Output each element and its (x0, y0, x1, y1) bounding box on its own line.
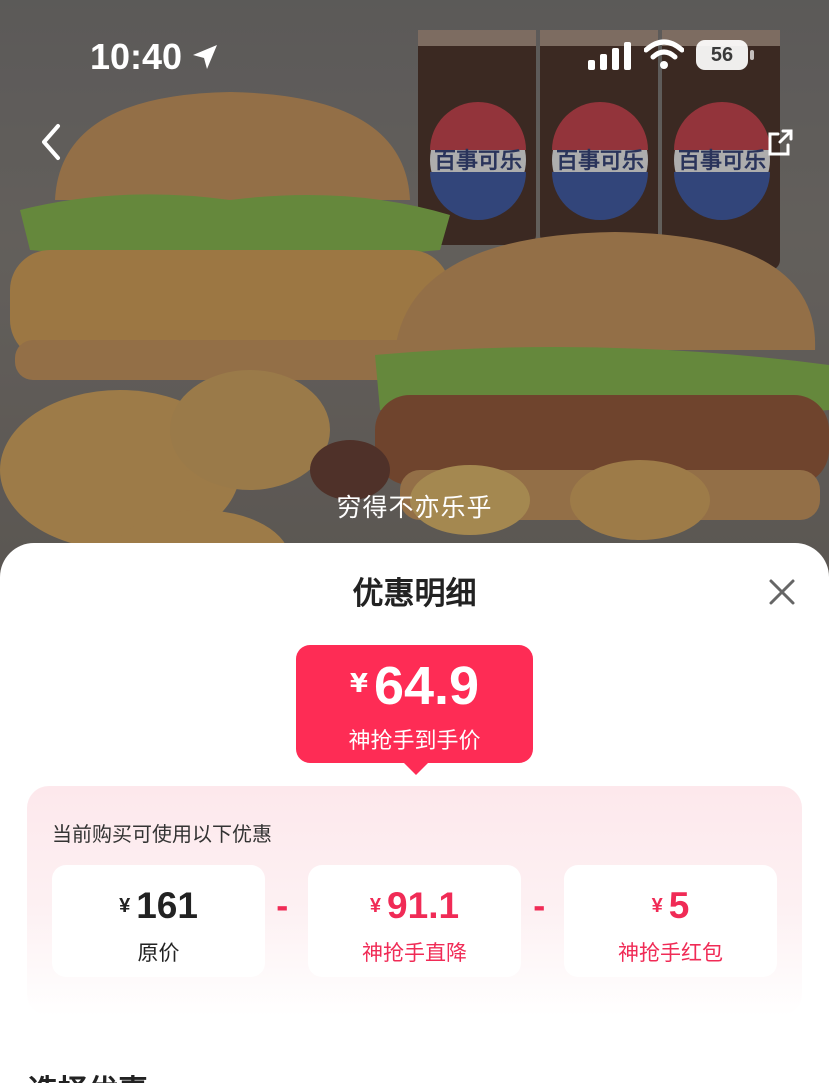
minus-sign: - (276, 890, 289, 925)
direct-discount-value: ¥91.1 (308, 885, 521, 927)
original-price-card: ¥161 原价 (52, 865, 265, 977)
currency-symbol: ¥ (119, 895, 131, 917)
red-packet-label: 神抢手红包 (618, 941, 723, 965)
final-price-label: 神抢手到手价 (348, 729, 481, 754)
direct-discount-label: 神抢手直降 (362, 941, 467, 965)
share-icon[interactable] (764, 128, 794, 158)
close-icon[interactable] (766, 576, 798, 608)
original-price-value: ¥161 (52, 885, 265, 927)
sheet-title: 优惠明细 (352, 576, 477, 612)
battery-indicator: 56 (696, 40, 754, 70)
battery-cap (750, 50, 754, 60)
red-packet-card: ¥5 神抢手红包 (564, 865, 777, 977)
red-packet-value: ¥5 (564, 885, 777, 927)
select-discount-section[interactable]: 选择优惠2张 (28, 1066, 189, 1083)
chevron-left-icon[interactable] (32, 122, 72, 162)
location-arrow-icon (193, 45, 217, 69)
product-hero-image: 百事可乐 百事可乐 百事可乐 穷得不亦乐乎 (0, 0, 829, 600)
wifi-icon (644, 39, 684, 69)
final-price-badge: ¥64.9 神抢手到手价 (296, 645, 533, 775)
minus-sign: - (533, 890, 546, 925)
currency-symbol: ¥ (349, 669, 368, 699)
battery-level: 56 (696, 40, 748, 70)
direct-discount-card: ¥91.1 神抢手直降 (308, 865, 521, 977)
final-price-amount: 64.9 (373, 656, 480, 716)
currency-symbol: ¥ (651, 895, 663, 917)
app-root: 百事可乐 百事可乐 百事可乐 穷得不亦乐乎 10:40 56 优惠明细 ¥ 64… (0, 0, 829, 1083)
hero-caption: 穷得不亦乐乎 (336, 493, 493, 522)
final-price: ¥64.9 (296, 655, 533, 717)
status-time: 10:40 (90, 36, 183, 77)
original-price-label: 原价 (137, 941, 180, 965)
red-packet-amount: 5 (668, 885, 690, 926)
original-price-amount: 161 (136, 885, 198, 926)
currency-symbol: ¥ (369, 895, 382, 917)
section-title-text: 选择优惠 (28, 1074, 148, 1083)
signal-icon (588, 42, 631, 70)
direct-discount-amount: 91.1 (387, 885, 460, 926)
discount-panel-label: 当前购买可使用以下优惠 (52, 822, 272, 846)
